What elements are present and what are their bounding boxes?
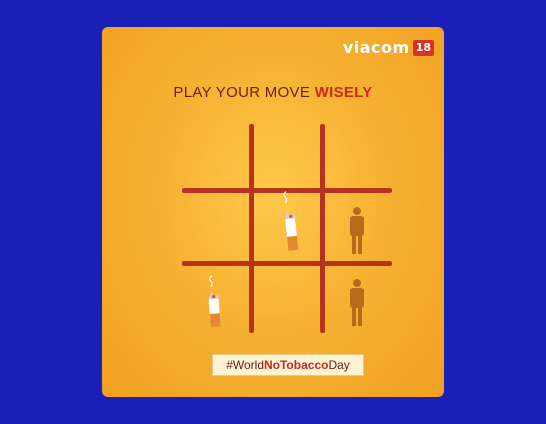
grid-line-horizontal-top bbox=[182, 188, 392, 193]
campaign-card: viacom 18 PLAY YOUR MOVE WISELY #WorldNo… bbox=[102, 27, 444, 397]
cigarette-icon bbox=[283, 191, 299, 251]
tic-tac-toe-board bbox=[182, 124, 392, 333]
hashtag-emphasis: NoTobacco bbox=[264, 358, 329, 372]
grid-line-vertical-right bbox=[320, 124, 325, 333]
grid-line-vertical-left bbox=[249, 124, 254, 333]
grid-line-horizontal-bottom bbox=[182, 261, 392, 266]
person-icon bbox=[350, 207, 364, 254]
cigarette-icon bbox=[208, 275, 221, 327]
hashtag-label: #WorldNoTobaccoDay bbox=[212, 354, 364, 376]
person-icon bbox=[350, 279, 364, 326]
hashtag-prefix: #World bbox=[226, 358, 264, 372]
hashtag-suffix: Day bbox=[328, 358, 350, 372]
